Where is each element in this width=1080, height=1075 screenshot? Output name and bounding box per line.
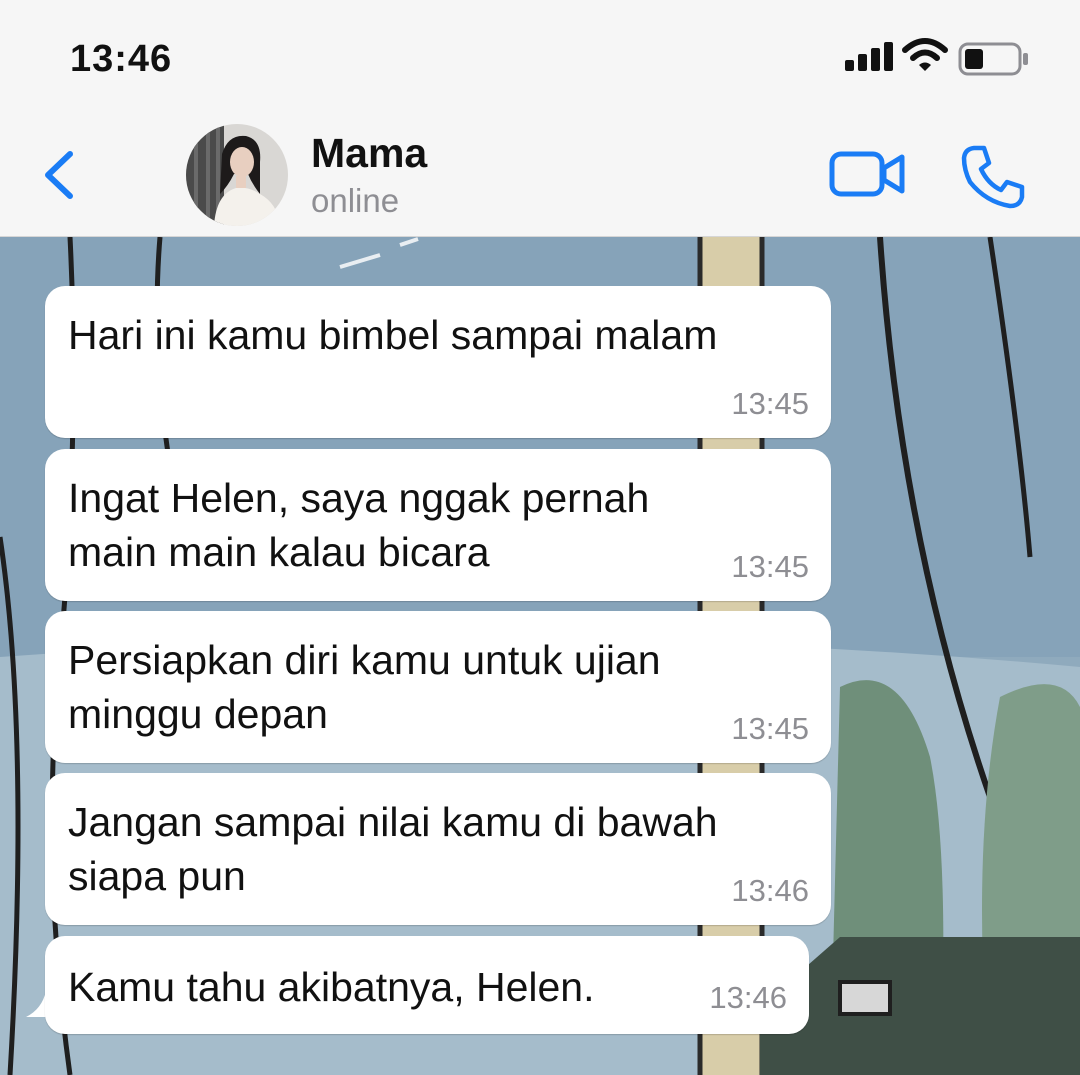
message-text: Jangan sampai nilai kamu di bawah siapa … (68, 799, 718, 899)
message-time: 13:45 (731, 711, 809, 746)
status-time: 13:46 (70, 38, 173, 80)
contact-avatar[interactable] (186, 124, 288, 226)
cellular-signal-icon (845, 42, 893, 71)
chevron-left-icon[interactable] (40, 148, 80, 202)
message-text: Kamu tahu akibatnya, Helen. (68, 964, 595, 1010)
message-time: 13:45 (731, 386, 809, 421)
message-bubble[interactable]: Kamu tahu akibatnya, Helen. 13:46 (45, 936, 809, 1034)
status-bar: 13:46 (0, 0, 1080, 110)
message-time: 13:46 (731, 873, 809, 908)
message-bubble[interactable]: Persiapkan diri kamu untuk ujian minggu … (45, 611, 831, 763)
message-bubble[interactable]: Jangan sampai nilai kamu di bawah siapa … (45, 773, 831, 925)
message-bubble[interactable]: Hari ini kamu bimbel sampai malam 13:45 (45, 286, 831, 438)
contact-status: online (311, 182, 400, 219)
message-text: Hari ini kamu bimbel sampai malam (68, 312, 718, 358)
message-time: 13:45 (731, 549, 809, 584)
phone-icon[interactable] (960, 144, 1026, 210)
contact-name[interactable]: Mama (311, 130, 427, 177)
wifi-icon (902, 38, 948, 71)
chat-header: Mama online (0, 110, 1080, 237)
message-bubble[interactable]: Ingat Helen, saya nggak pernah main main… (45, 449, 831, 601)
chat-area[interactable]: Hari ini kamu bimbel sampai malam 13:45 … (0, 237, 1080, 1075)
video-camera-icon[interactable] (828, 148, 908, 200)
message-time: 13:46 (709, 980, 787, 1015)
message-text: Ingat Helen, saya nggak pernah main main… (68, 475, 650, 575)
message-text: Persiapkan diri kamu untuk ujian minggu … (68, 637, 661, 737)
battery-icon (958, 42, 1028, 76)
